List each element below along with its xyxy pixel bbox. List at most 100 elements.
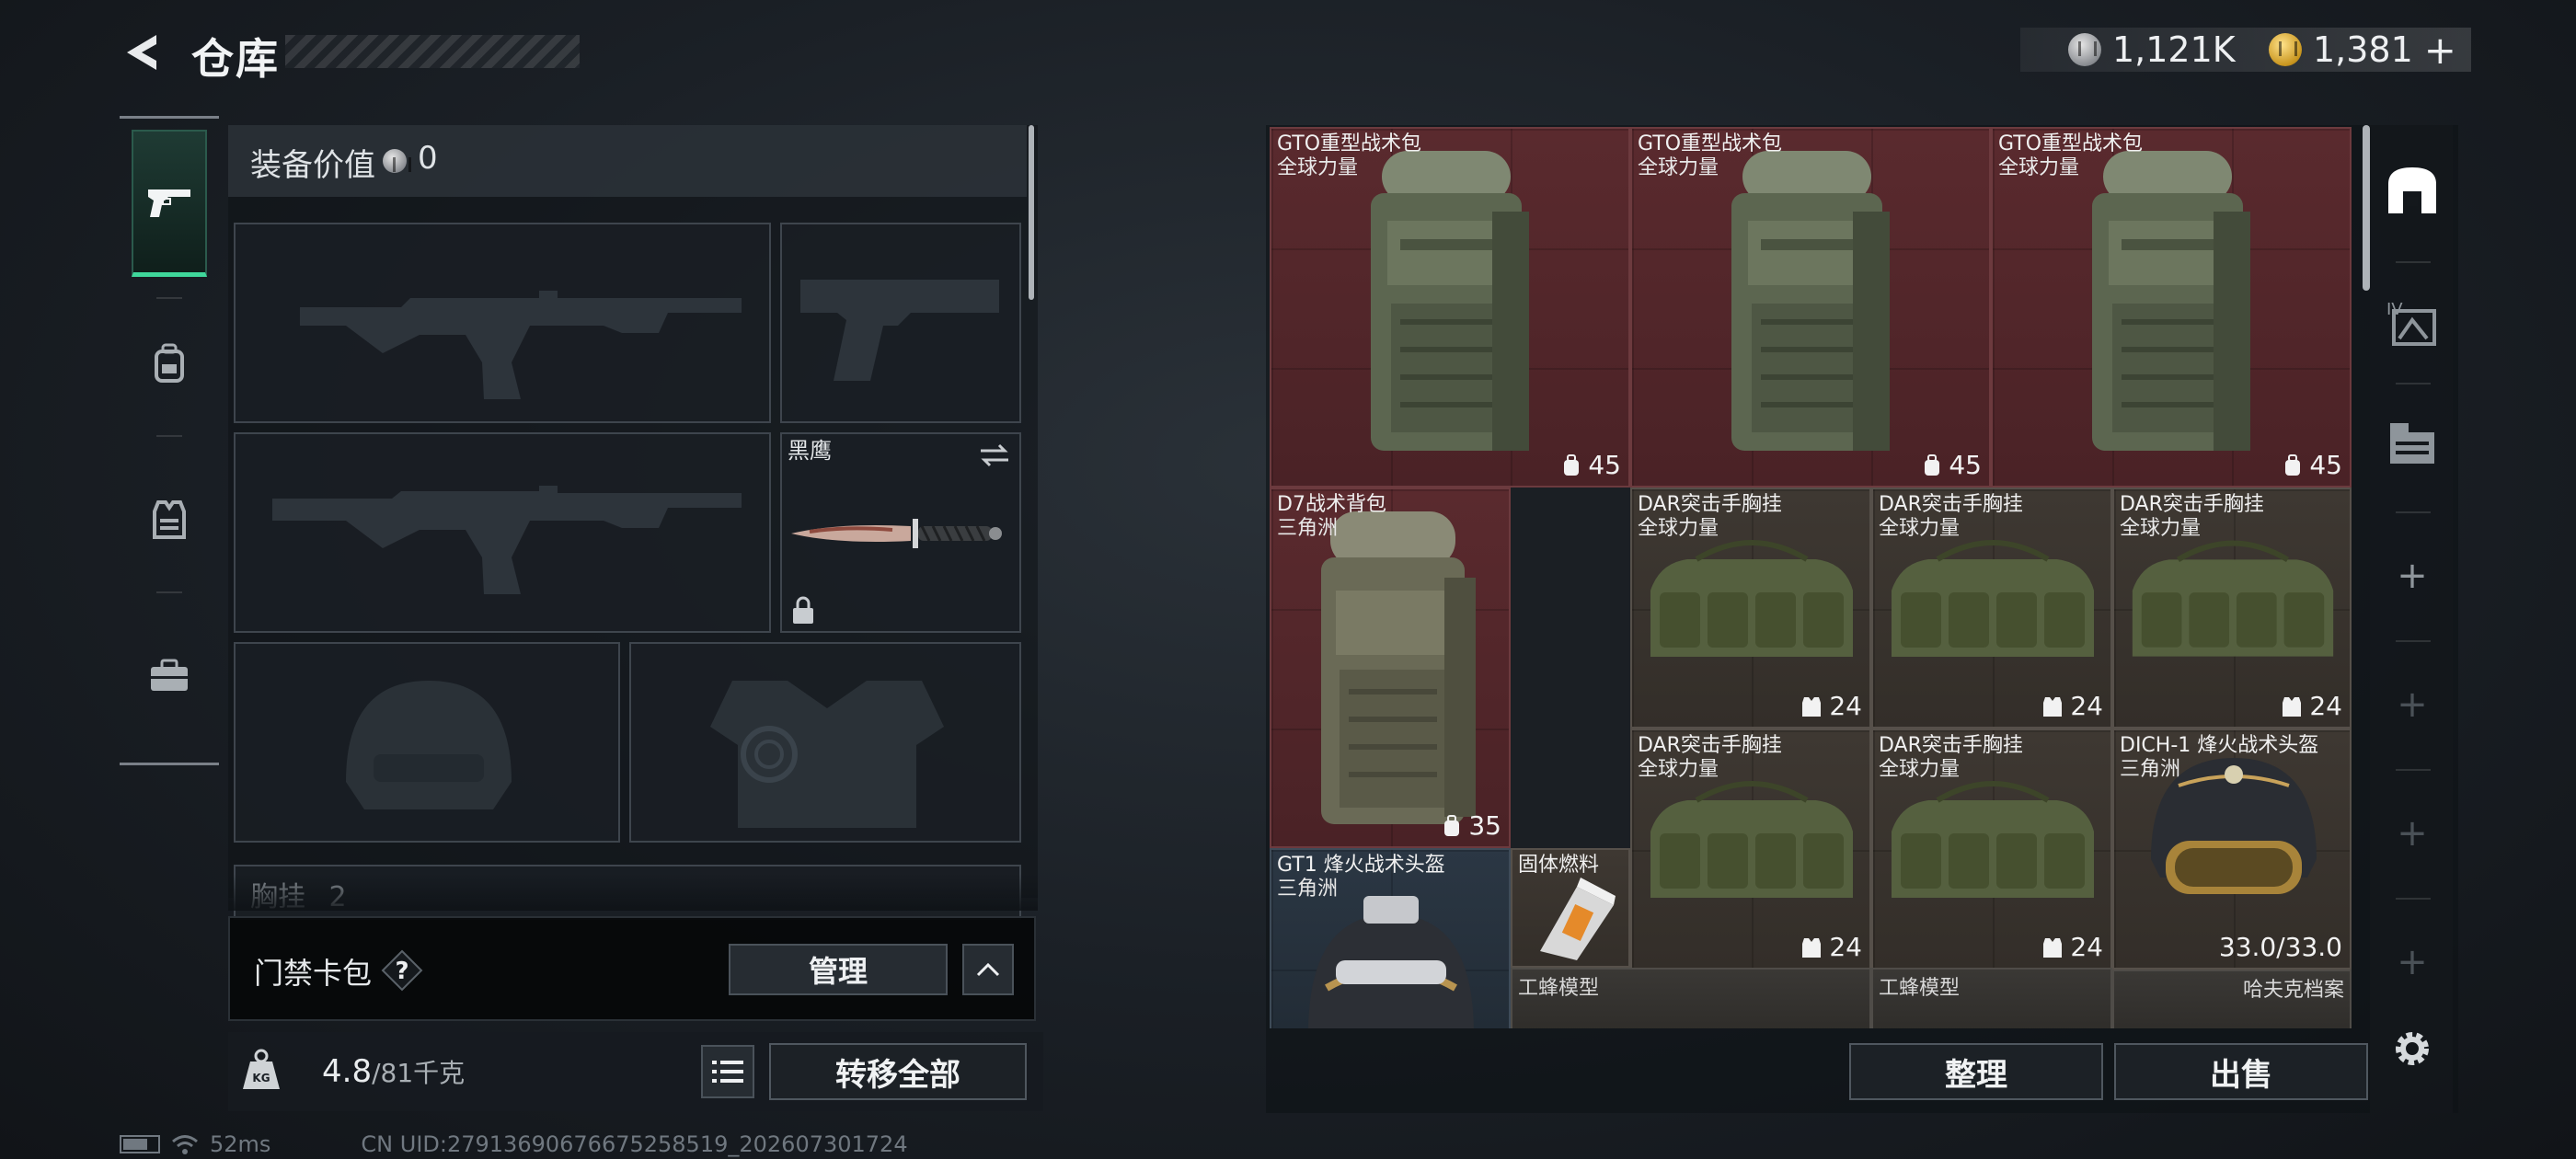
item-name: 工蜂模型 [1518,977,1600,1000]
stash-item[interactable]: DAR突击手胸挂 全球力量 24 [1630,488,1871,729]
stash-item[interactable]: D7战术背包 三角洲 35 [1270,488,1511,848]
stash-item[interactable]: 工蜂模型 [1871,968,2112,1028]
add-stash-button[interactable]: + [2379,649,2445,760]
tab-vest[interactable] [132,446,207,593]
help-icon[interactable]: ? [381,949,423,992]
vest-icon [153,500,186,539]
sell-button[interactable]: 出售 [2114,1043,2368,1100]
gold-amount: 1,381 [2313,29,2413,70]
tab-weapons[interactable] [132,130,207,277]
stash-item[interactable]: DAR突击手胸挂 全球力量 24 [2112,488,2352,729]
item-name: DAR突击手胸挂 [1638,493,1782,516]
stash-scrollbar[interactable] [2363,125,2370,291]
gear-icon [2396,1032,2429,1065]
item-name: GTO重型战术包 [1277,132,1422,155]
tab-backpack[interactable] [132,290,207,437]
back-arrow-icon[interactable] [120,29,166,75]
item-capacity: 24 [1801,691,1862,721]
ping-text: 52ms [210,1131,271,1157]
item-capacity-value: 35 [1468,810,1501,841]
item-capacity: 24 [2042,691,2103,721]
item-capacity: 45 [1923,450,1982,480]
add-stash-button[interactable]: + [2379,521,2445,631]
settings-button[interactable] [2379,993,2445,1104]
pistol-silhouette-icon [800,280,999,381]
add-stash-button[interactable]: + [2379,778,2445,889]
sort-button[interactable]: 整理 [1849,1043,2103,1100]
item-capacity-value: 24 [2309,691,2342,721]
armor-silhouette-icon [710,681,944,828]
helmet-slot[interactable] [234,642,620,843]
tactical-backpack-icon [2092,151,2250,451]
item-faction: 全球力量 [2120,517,2202,540]
vest-icon [1802,696,1822,717]
plus-icon: + [2397,555,2428,597]
help-icon-text: ? [395,958,408,985]
equipment-value: 0 [418,140,438,177]
stash-tab-2[interactable]: IV [2379,267,2445,377]
silver-currency: 1,121K [2068,28,2236,72]
item-capacity: 35 [1443,810,1501,841]
toolbox-icon [151,659,188,691]
vest-icon [2043,937,2063,958]
tab-toolbox[interactable] [132,602,207,750]
melee-name: 黑鹰 [788,438,832,464]
stash-item[interactable]: DAR突击手胸挂 全球力量 24 [1630,729,1871,970]
item-name: DAR突击手胸挂 [1879,734,2023,757]
armor-slot[interactable] [629,642,1021,843]
item-capacity-value: 24 [1829,932,1862,962]
primary-weapon-slot[interactable] [234,223,771,423]
stash-item[interactable]: DICH-1 烽火战术头盔 三角洲 33.0/33.0 [2112,729,2352,970]
item-capacity: 24 [2042,932,2103,962]
stash-item[interactable]: 工蜂模型 [1511,968,1871,1028]
gold-currency[interactable]: 1,381 + [2269,28,2456,73]
list-view-button[interactable] [701,1045,754,1098]
item-capacity-value: 24 [2070,932,2103,962]
list-icon [712,1061,743,1083]
stash-item[interactable]: GTO重型战术包 全球力量 45 [1270,127,1630,488]
stash-tab-3[interactable] [2379,386,2445,497]
collapse-button[interactable] [962,944,1014,995]
transfer-all-button[interactable]: 转移全部 [769,1043,1027,1100]
stash-tab-1[interactable] [2379,134,2445,245]
uid-text: CN UID:27913690676675258519_202607301724 [361,1131,908,1157]
stash-item[interactable]: GTO重型战术包 全球力量 45 [1630,127,1991,488]
tactical-backpack-icon [1321,511,1476,824]
stash-item[interactable]: 哈夫克档案 [2112,970,2352,1028]
stash-3-icon [2390,423,2434,464]
item-faction: 三角洲 [1277,878,1339,901]
item-capacity: 45 [2283,450,2342,480]
item-faction: 全球力量 [1277,156,1359,179]
stash-item[interactable]: GTO重型战术包 全球力量 45 [1991,127,2352,488]
stash-item[interactable]: 固体燃料 [1511,848,1630,968]
item-name: GTO重型战术包 [1998,132,2144,155]
weight-kg-icon: KG [241,1049,282,1091]
equipment-fade [228,874,1038,911]
stash-item[interactable]: DAR突击手胸挂 全球力量 24 [1871,488,2112,729]
secondary-weapon-slot[interactable] [234,432,771,633]
item-capacity: 45 [1562,450,1621,480]
item-name: 固体燃料 [1518,854,1600,877]
item-capacity-value: 45 [1949,450,1982,480]
add-currency-button[interactable]: + [2424,28,2456,73]
stash-item[interactable]: DAR突击手胸挂 全球力量 24 [1871,729,2112,970]
manage-button[interactable]: 管理 [729,944,948,995]
helmet-silhouette-icon [346,681,512,809]
chevron-up-icon [976,962,1000,977]
equipment-scrollbar[interactable] [1029,125,1034,300]
sidearm-slot[interactable] [780,223,1021,423]
item-faction: 全球力量 [1879,517,1961,540]
stash-grid: GTO重型战术包 全球力量 45 GTO重型战术包 全球力量 45 GTO重型战… [1270,127,2352,1028]
swap-icon[interactable] [979,442,1010,469]
stash-item[interactable]: GT1 烽火战术头盔 三角洲 [1270,848,1511,1028]
item-faction: 全球力量 [1638,517,1719,540]
gold-coin-icon [2269,33,2302,66]
carry-weight: 4.8/81千克 [322,1053,465,1090]
silver-amount: 1,121K [2112,29,2236,70]
rifle-silhouette-icon [272,486,742,594]
tactical-backpack-icon [1371,151,1529,451]
backpack-icon [1444,814,1460,836]
item-capacity: 24 [2282,691,2342,721]
backpack-icon [155,343,184,383]
item-capacity-value: 45 [1588,450,1621,480]
